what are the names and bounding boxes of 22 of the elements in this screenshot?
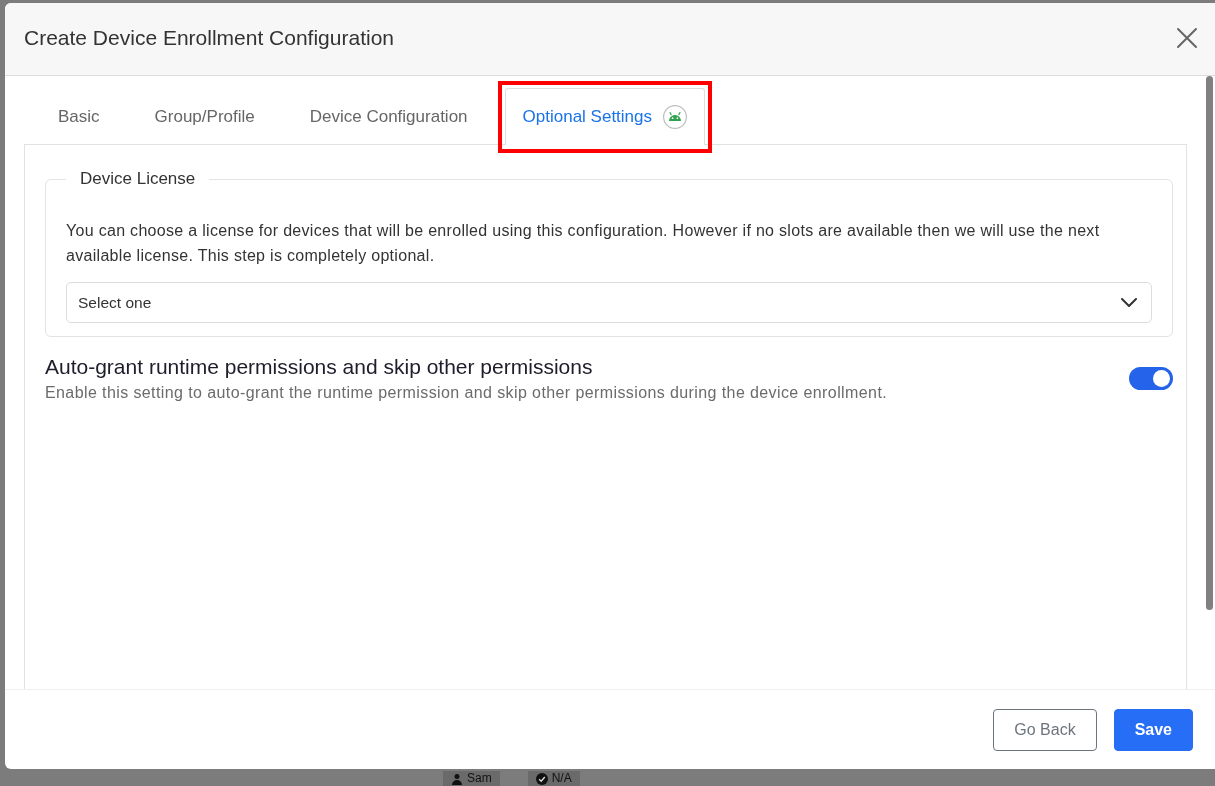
- license-select[interactable]: Select one: [66, 282, 1152, 323]
- section-description: You can choose a license for devices that will be enrolled using this configuration. However if no slots are available then we will use the next available license. This step is completely optional.: [66, 221, 1101, 266]
- tag-label: Sam: [467, 771, 492, 786]
- tab[interactable]: Basic: [40, 88, 118, 145]
- person-icon: [451, 772, 463, 785]
- toggle-switch[interactable]: [1129, 367, 1173, 390]
- tag-label: N/A: [551, 771, 572, 786]
- close-icon: [1175, 26, 1199, 50]
- tab[interactable]: Device Configuration: [291, 88, 486, 145]
- section-legend: Device License: [66, 168, 210, 190]
- scrollbar-thumb[interactable]: [1206, 76, 1213, 610]
- setting-description: Enable this setting to auto-grant the runtime permission and skip other permissions during the device enrollment.: [45, 383, 888, 403]
- android-icon: [663, 105, 688, 129]
- tab[interactable]: Optional Settings: [504, 88, 706, 145]
- check-circle-icon: [535, 772, 548, 785]
- dialog-title: Create Device Enrollment Configuration: [24, 25, 394, 51]
- save-button[interactable]: Save: [1113, 708, 1193, 751]
- back-button[interactable]: Go Back: [993, 708, 1097, 751]
- chevron-down-icon: [1121, 298, 1137, 307]
- tab[interactable]: Group/Profile: [136, 88, 273, 145]
- setting-title: Auto-grant runtime permissions and skip other permissions: [45, 354, 594, 380]
- close-button[interactable]: [1175, 26, 1199, 50]
